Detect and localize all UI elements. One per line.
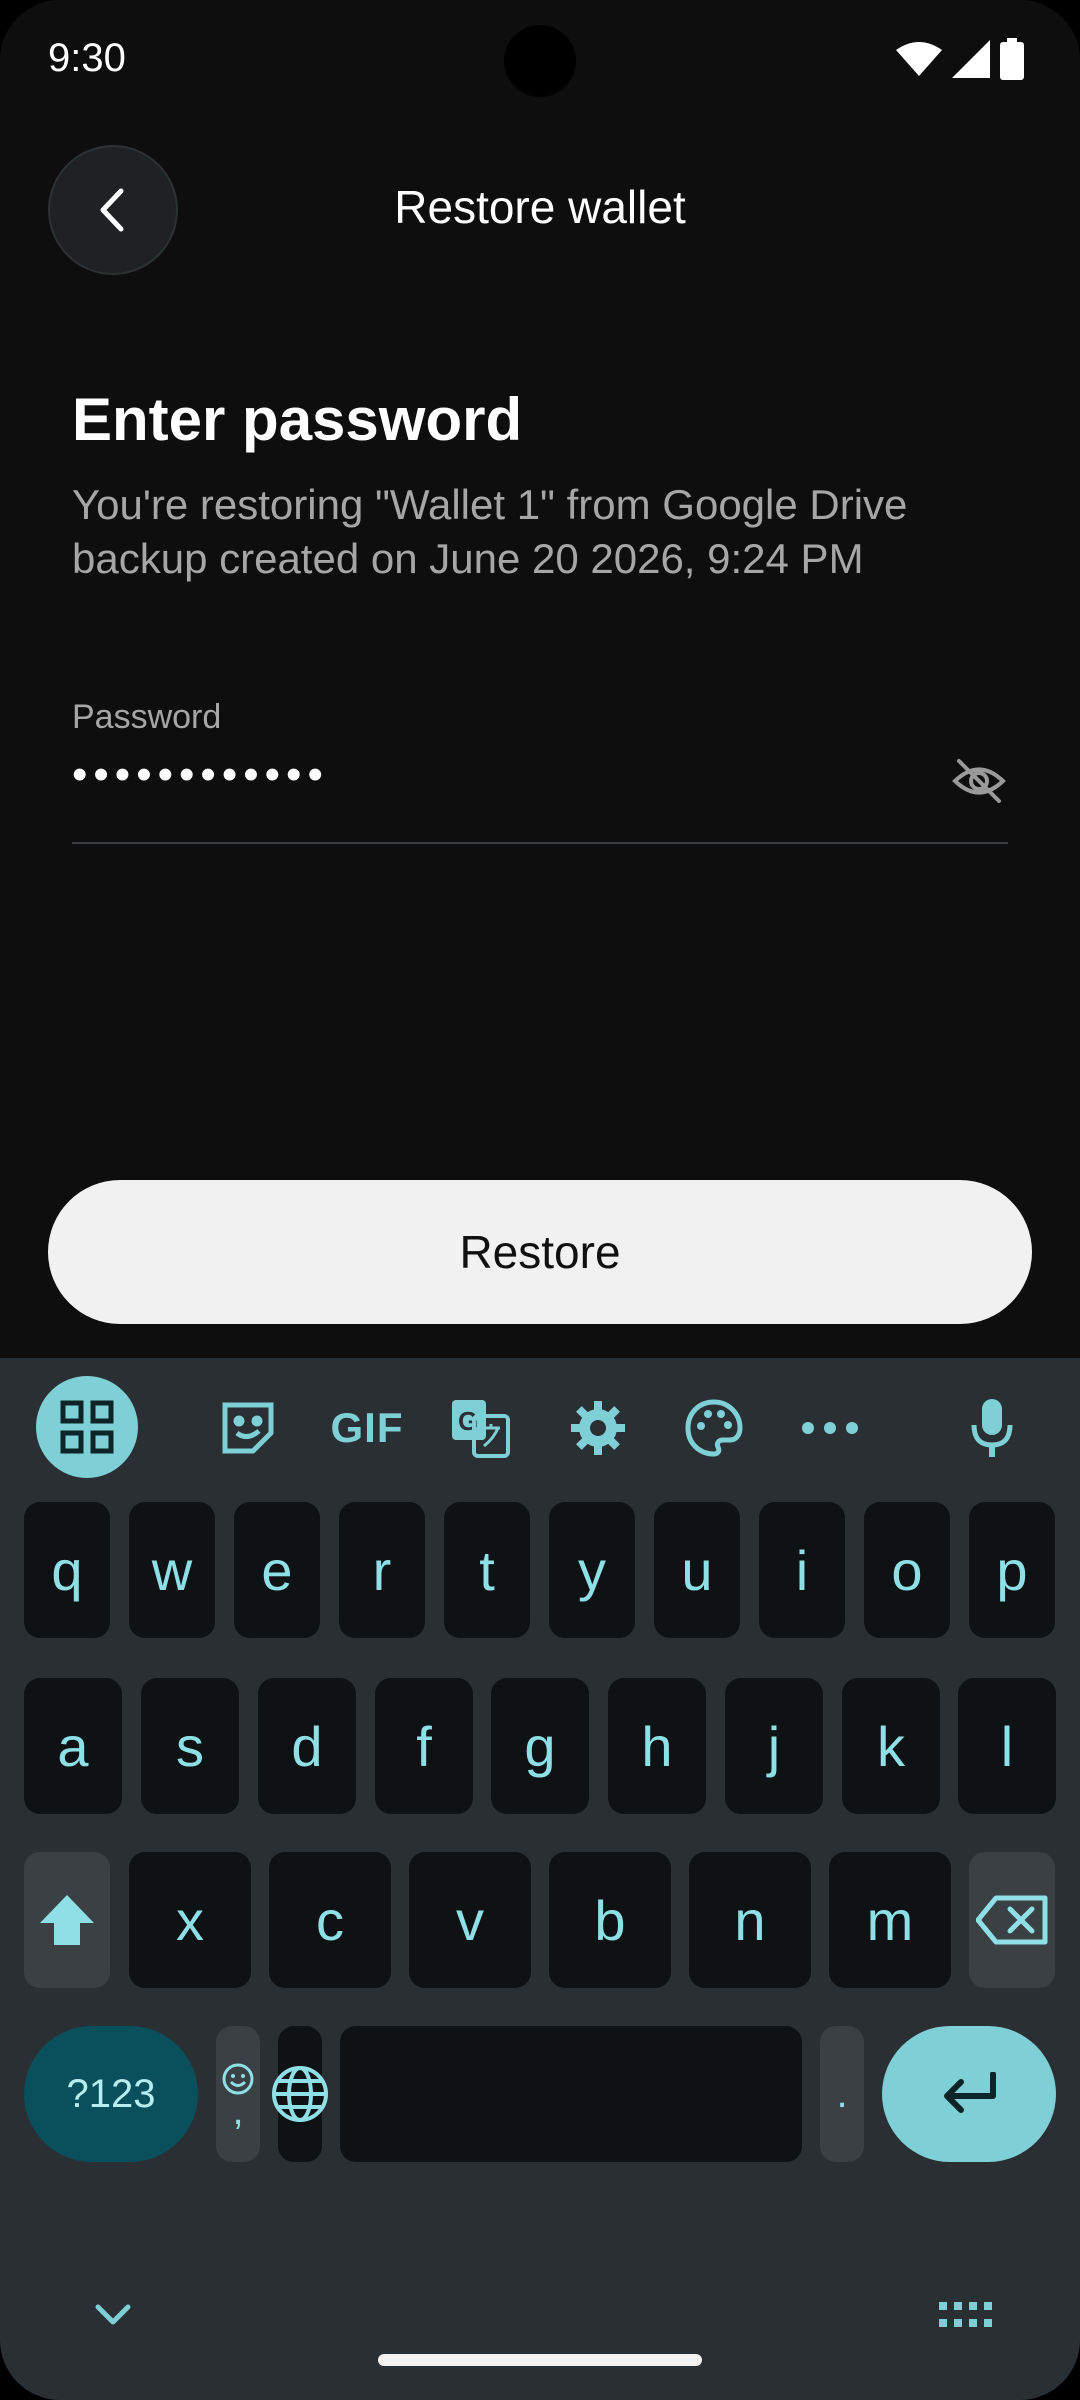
key-y[interactable]: y (549, 1502, 635, 1638)
keyboard-switch-button[interactable] (938, 2298, 994, 2332)
comma-label: , (232, 2089, 244, 2133)
key-d[interactable]: d (258, 1678, 356, 1814)
voice-input-button[interactable] (962, 1394, 1022, 1462)
status-icons (896, 38, 1024, 80)
key-g[interactable]: g (491, 1678, 589, 1814)
battery-icon (1000, 38, 1024, 80)
keyboard: GIF G q w e r t y u i o p a s d f g h j … (0, 1358, 1080, 2400)
key-i[interactable]: i (759, 1502, 845, 1638)
emoji-comma-key[interactable]: , (216, 2026, 260, 2162)
wifi-icon (896, 42, 942, 76)
enter-key[interactable] (882, 2026, 1056, 2162)
gif-button[interactable]: GIF (324, 1398, 410, 1458)
key-o[interactable]: o (864, 1502, 950, 1638)
screen: 9:30 Restore wallet Enter password You'r… (0, 0, 1080, 2400)
gear-icon (571, 1401, 625, 1455)
key-l[interactable]: l (958, 1678, 1056, 1814)
apps-grid-button[interactable] (36, 1376, 138, 1478)
key-j[interactable]: j (725, 1678, 823, 1814)
status-bar: 9:30 (0, 0, 1080, 120)
heading: Enter password (72, 386, 523, 453)
key-p[interactable]: p (969, 1502, 1055, 1638)
key-h[interactable]: h (608, 1678, 706, 1814)
camera-cutout (504, 25, 576, 97)
key-e[interactable]: e (234, 1502, 320, 1638)
restore-button[interactable]: Restore (48, 1180, 1032, 1324)
period-key[interactable]: . (820, 2026, 864, 2162)
key-w[interactable]: w (129, 1502, 215, 1638)
key-b[interactable]: b (549, 1852, 671, 1988)
shift-icon (40, 1895, 94, 1945)
key-f[interactable]: f (375, 1678, 473, 1814)
key-r[interactable]: r (339, 1502, 425, 1638)
shift-key[interactable] (24, 1852, 110, 1988)
keyboard-icon (939, 2302, 992, 2327)
page-title: Restore wallet (394, 181, 686, 233)
sticker-button[interactable] (216, 1398, 280, 1458)
key-q[interactable]: q (24, 1502, 110, 1638)
translate-button[interactable]: G (448, 1396, 512, 1460)
globe-icon (272, 2066, 328, 2122)
signal-icon (952, 40, 990, 78)
password-input[interactable]: •••••••••••• (72, 750, 329, 800)
palette-icon (685, 1399, 743, 1457)
subtitle: You're restoring "Wallet 1" from Google … (72, 481, 908, 582)
home-indicator[interactable] (378, 2354, 702, 2366)
apps-grid-icon (60, 1400, 114, 1454)
backspace-icon (976, 1895, 1048, 1945)
password-label: Password (72, 698, 222, 736)
translate-icon: G (452, 1400, 510, 1458)
microphone-icon (971, 1399, 1013, 1457)
more-horizontal-icon (802, 1422, 858, 1434)
key-m[interactable]: m (829, 1852, 951, 1988)
chevron-down-icon (95, 2304, 131, 2325)
theme-button[interactable] (682, 1396, 746, 1460)
more-button[interactable] (796, 1408, 864, 1448)
enter-icon (944, 2072, 996, 2113)
key-x[interactable]: x (129, 1852, 251, 1988)
eye-off-icon (952, 759, 1006, 803)
sticker-icon (222, 1402, 274, 1454)
spacebar[interactable] (340, 2026, 802, 2162)
key-v[interactable]: v (409, 1852, 531, 1988)
password-underline (72, 842, 1008, 844)
visibility-toggle[interactable] (950, 752, 1008, 815)
settings-button[interactable] (566, 1396, 630, 1460)
language-key[interactable] (272, 2026, 328, 2162)
hide-keyboard-button[interactable] (92, 2294, 134, 2336)
key-u[interactable]: u (654, 1502, 740, 1638)
key-s[interactable]: s (141, 1678, 239, 1814)
symbols-key[interactable]: ?123 (24, 2026, 198, 2162)
status-time: 9:30 (48, 36, 126, 80)
key-c[interactable]: c (269, 1852, 391, 1988)
key-t[interactable]: t (444, 1502, 530, 1638)
key-a[interactable]: a (24, 1678, 122, 1814)
key-k[interactable]: k (842, 1678, 940, 1814)
backspace-key[interactable] (969, 1852, 1055, 1988)
key-n[interactable]: n (689, 1852, 811, 1988)
